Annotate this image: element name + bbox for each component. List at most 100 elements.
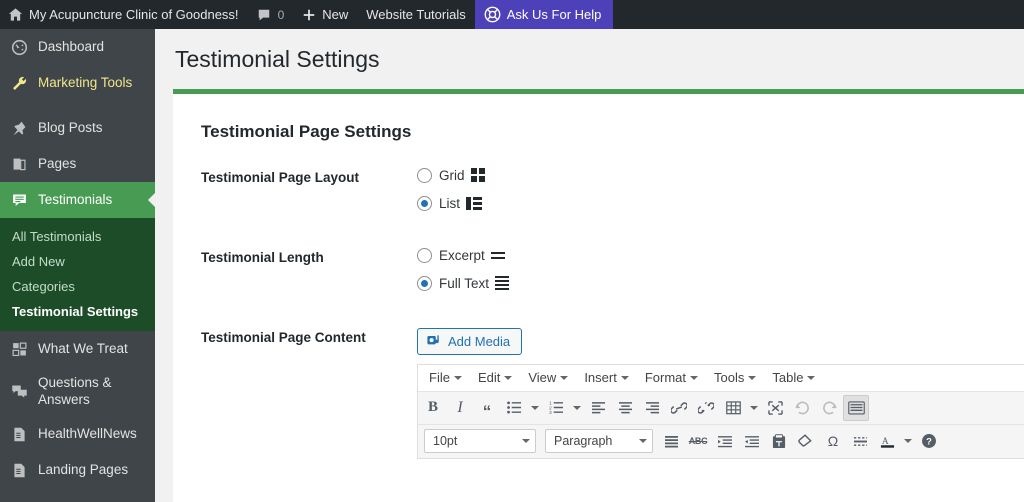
- horizontal-rule-icon[interactable]: [847, 428, 873, 454]
- radio-full-text[interactable]: [417, 275, 432, 291]
- blockquote-icon[interactable]: “: [474, 395, 500, 421]
- admin-bar-site-name[interactable]: My Acupuncture Clinic of Goodness!: [0, 0, 248, 29]
- italic-icon[interactable]: I: [447, 395, 473, 421]
- bold-icon[interactable]: B: [420, 395, 446, 421]
- speech-bubble-icon: [9, 190, 29, 210]
- menu-edit[interactable]: Edit: [470, 368, 520, 387]
- lifebuoy-icon: [484, 6, 501, 23]
- menu-tools-label: Tools: [714, 370, 745, 386]
- align-right-icon[interactable]: [639, 395, 665, 421]
- form-row-page-content: Testimonial Page Content Add Media File …: [174, 327, 1024, 459]
- radio-option-grid[interactable]: Grid: [417, 167, 1024, 183]
- menu-tools[interactable]: Tools: [706, 368, 764, 387]
- radio-full-text-label: Full Text: [439, 275, 490, 291]
- chevron-down-icon: [504, 375, 513, 380]
- svg-text:3: 3: [549, 410, 552, 414]
- menu-insert[interactable]: Insert: [576, 368, 637, 387]
- align-center-icon[interactable]: [612, 395, 638, 421]
- fullscreen-icon[interactable]: [762, 395, 788, 421]
- text-color-icon[interactable]: A: [874, 428, 900, 454]
- new-label: New: [322, 7, 349, 22]
- site-title-label: My Acupuncture Clinic of Goodness!: [29, 7, 239, 22]
- add-media-button[interactable]: Add Media: [417, 327, 523, 355]
- excerpt-lines-icon: [490, 251, 505, 259]
- toggle-toolbar-icon[interactable]: [843, 394, 869, 421]
- admin-bar-website-tutorials[interactable]: Website Tutorials: [357, 0, 474, 29]
- menu-file[interactable]: File: [421, 368, 470, 387]
- chevron-down-icon: [522, 439, 530, 444]
- sidebar-item-add-new[interactable]: Add New: [0, 249, 155, 274]
- sidebar-item-dashboard[interactable]: Dashboard: [0, 29, 155, 65]
- chevron-down-icon: [560, 375, 569, 380]
- radio-option-full-text[interactable]: Full Text: [417, 275, 1024, 291]
- sidebar-item-healthwellnews[interactable]: HealthWellNews: [0, 417, 155, 453]
- radio-grid[interactable]: [417, 167, 432, 183]
- menu-view[interactable]: View: [520, 368, 576, 387]
- add-media-label: Add Media: [448, 333, 511, 349]
- sidebar-item-testimonials[interactable]: Testimonials: [0, 182, 155, 218]
- sidebar-item-marketing-tools[interactable]: Marketing Tools: [0, 65, 155, 101]
- table-caret-icon[interactable]: [747, 395, 761, 421]
- admin-sidebar: Dashboard Marketing Tools Blog Posts Pag…: [0, 29, 155, 502]
- admin-bar-ask-for-help[interactable]: Ask Us For Help: [474, 0, 614, 29]
- indent-icon[interactable]: [739, 428, 765, 454]
- pin-icon: [9, 118, 29, 138]
- menu-format[interactable]: Format: [637, 368, 706, 387]
- menu-table[interactable]: Table: [764, 368, 823, 387]
- paragraph-format-select[interactable]: Paragraph: [545, 429, 653, 454]
- radio-grid-label: Grid: [439, 167, 465, 183]
- radio-excerpt[interactable]: [417, 247, 432, 263]
- page-content-label: Testimonial Page Content: [201, 329, 366, 345]
- sidebar-item-questions-answers[interactable]: Questions & Answers: [0, 367, 155, 417]
- justify-icon[interactable]: [658, 428, 684, 454]
- pages-icon: [9, 154, 29, 174]
- sidebar-item-testimonial-settings[interactable]: Testimonial Settings: [0, 299, 155, 324]
- list-icon: [466, 196, 483, 210]
- radio-option-list[interactable]: List: [417, 195, 1024, 211]
- bullet-list-caret-icon[interactable]: [528, 395, 542, 421]
- numbered-list-caret-icon[interactable]: [570, 395, 584, 421]
- plus-icon: [302, 8, 316, 22]
- paste-as-text-icon[interactable]: [766, 428, 792, 454]
- radio-list[interactable]: [417, 195, 432, 211]
- sidebar-item-all-testimonials[interactable]: All Testimonials: [0, 224, 155, 249]
- font-size-select[interactable]: 10pt: [424, 429, 536, 454]
- undo-icon[interactable]: [789, 395, 815, 421]
- sidebar-item-categories[interactable]: Categories: [0, 274, 155, 299]
- page-title: Testimonial Settings: [175, 46, 380, 72]
- menu-table-label: Table: [772, 370, 804, 386]
- grid-squares-icon: [9, 339, 29, 359]
- sidebar-item-label: Marketing Tools: [38, 74, 133, 90]
- table-icon[interactable]: [720, 395, 746, 421]
- special-character-icon[interactable]: Ω: [820, 428, 846, 454]
- admin-bar-new-content[interactable]: New: [293, 0, 357, 29]
- help-icon[interactable]: ?: [916, 428, 942, 454]
- radio-list-label: List: [439, 195, 461, 211]
- unlink-icon[interactable]: [693, 395, 719, 421]
- outdent-icon[interactable]: [712, 428, 738, 454]
- sidebar-item-what-we-treat[interactable]: What We Treat: [0, 331, 155, 367]
- sidebar-item-pages[interactable]: Pages: [0, 146, 155, 182]
- clear-formatting-icon[interactable]: [793, 428, 819, 454]
- testimonial-length-label: Testimonial Length: [201, 249, 324, 265]
- admin-bar-comments[interactable]: 0: [248, 0, 294, 29]
- grid-icon: [470, 168, 485, 183]
- sidebar-item-label: Landing Pages: [38, 462, 129, 478]
- sidebar-item-landing-pages[interactable]: Landing Pages: [0, 453, 155, 489]
- sidebar-item-label: Questions & Answers: [38, 375, 112, 407]
- editor-toolbar-row-1: B I “ 123: [418, 391, 1024, 425]
- numbered-list-icon[interactable]: 123: [543, 395, 569, 421]
- section-heading: Testimonial Page Settings: [201, 121, 412, 141]
- bullet-list-icon[interactable]: [501, 395, 527, 421]
- menu-view-label: View: [528, 370, 557, 386]
- double-speech-bubble-icon: [9, 382, 29, 402]
- radio-option-excerpt[interactable]: Excerpt: [417, 247, 1024, 263]
- link-icon[interactable]: [666, 395, 692, 421]
- align-left-icon[interactable]: [585, 395, 611, 421]
- strikethrough-icon[interactable]: ABC: [685, 428, 711, 454]
- text-color-caret-icon[interactable]: [901, 428, 915, 454]
- chevron-down-icon: [807, 375, 816, 380]
- sidebar-item-blog-posts[interactable]: Blog Posts: [0, 110, 155, 146]
- chevron-down-icon: [620, 375, 629, 380]
- redo-icon[interactable]: [816, 395, 842, 421]
